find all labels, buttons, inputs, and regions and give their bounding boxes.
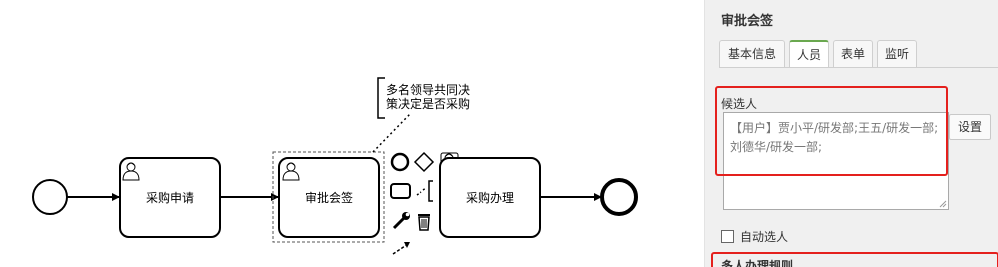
task-purchase-request[interactable]: 采购申请	[119, 157, 221, 238]
tab-basic-info[interactable]: 基本信息	[719, 40, 785, 67]
append-end-event-icon[interactable]	[390, 152, 410, 172]
trash-icon[interactable]	[418, 214, 430, 231]
auto-select-checkbox[interactable]	[721, 230, 734, 243]
task-label: 审批会签	[305, 190, 353, 205]
append-gateway-icon[interactable]	[413, 151, 435, 173]
resize-handle-icon[interactable]	[939, 200, 947, 208]
annotation-text: 多名领导共同决	[386, 82, 470, 97]
tab-personnel[interactable]: 人员	[789, 40, 829, 68]
start-event[interactable]	[32, 179, 68, 215]
task-label: 采购申请	[146, 190, 194, 205]
append-task-icon[interactable]	[390, 183, 411, 199]
auto-select-row[interactable]: 自动选人	[721, 228, 788, 245]
set-button[interactable]: 设置	[949, 114, 991, 140]
annotation-text: 策决定是否采购	[386, 96, 470, 111]
tab-form[interactable]: 表单	[833, 40, 873, 67]
task-label: 采购办理	[466, 190, 514, 205]
annotation-bracket	[377, 77, 385, 119]
tabs-divider	[719, 67, 998, 68]
task-approval-countersign[interactable]: 审批会签	[278, 157, 380, 238]
auto-select-label: 自动选人	[740, 230, 789, 244]
tab-listener[interactable]: 监听	[877, 40, 917, 67]
task-purchase-handling[interactable]: 采购办理	[439, 157, 541, 238]
bpmn-canvas[interactable]: 采购申请 审批会签 多名领导共同决 策决定是否采购 采购办理	[0, 0, 700, 267]
highlight-box	[711, 252, 998, 267]
connect-arrow-icon[interactable]	[392, 242, 410, 255]
panel-title: 审批会签	[721, 14, 774, 29]
wrench-icon[interactable]	[392, 212, 410, 230]
association-line	[372, 113, 411, 153]
end-event[interactable]	[600, 178, 638, 216]
properties-panel: 审批会签 基本信息 人员 表单 监听 候选人 【用户】贾小平/研发部;王五/研发…	[704, 0, 998, 267]
highlight-box	[715, 86, 948, 176]
